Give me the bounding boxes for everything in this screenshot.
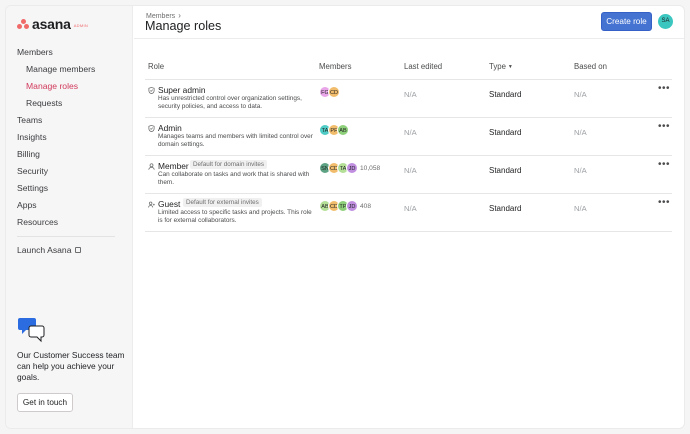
- create-role-button[interactable]: Create role: [601, 12, 652, 31]
- logo-admin-badge: ADMIN: [73, 23, 89, 28]
- more-options-icon[interactable]: •••: [658, 159, 670, 170]
- asana-logo[interactable]: asana ADMIN: [17, 16, 88, 32]
- asana-dots-icon: [17, 19, 29, 29]
- more-options-icon[interactable]: •••: [658, 197, 670, 208]
- avatar: JD: [346, 200, 358, 212]
- launch-asana-label: Launch Asana: [17, 245, 72, 255]
- avatar: AB: [337, 124, 349, 136]
- sidebar-item-apps[interactable]: Apps: [6, 197, 133, 214]
- launch-asana-link[interactable]: Launch Asana: [6, 242, 133, 259]
- last-edited-value: N/A: [404, 166, 417, 175]
- type-value: Standard: [489, 166, 522, 175]
- role-name[interactable]: Admin: [158, 123, 182, 133]
- table-row[interactable]: Super admin Has unrestricted control ove…: [145, 80, 672, 118]
- last-edited-value: N/A: [404, 128, 417, 137]
- sidebar-item-requests[interactable]: Requests: [6, 95, 133, 112]
- table-row[interactable]: Member Default for domain invites Can co…: [145, 156, 672, 194]
- type-value: Standard: [489, 90, 522, 99]
- sidebar-nav: Members Manage members Manage roles Requ…: [6, 44, 133, 259]
- shield-icon: [148, 87, 155, 94]
- sidebar-item-billing[interactable]: Billing: [6, 146, 133, 163]
- page-header: Members › Manage roles Create role SA: [134, 6, 684, 39]
- column-header-type[interactable]: Type ▼: [489, 62, 513, 71]
- chat-bubbles-icon: [18, 318, 45, 343]
- table-row[interactable]: Guest Default for external invites Limit…: [145, 194, 672, 232]
- based-on-value: N/A: [574, 128, 587, 137]
- sort-caret-icon: ▼: [507, 64, 513, 70]
- type-value: Standard: [489, 128, 522, 137]
- member-avatars[interactable]: SN CD TA JD 10,058: [319, 162, 380, 174]
- column-header-type-label: Type: [489, 62, 506, 71]
- column-header-last-edited: Last edited: [404, 62, 443, 71]
- app-window: asana ADMIN Members Manage members Manag…: [5, 5, 685, 429]
- sidebar-item-members[interactable]: Members: [6, 44, 133, 61]
- column-header-based-on: Based on: [574, 62, 607, 71]
- more-options-icon[interactable]: •••: [658, 121, 670, 132]
- role-description: Can collaborate on tasks and work that i…: [158, 171, 310, 187]
- default-tag: Default for external invites: [183, 198, 262, 207]
- sidebar: asana ADMIN Members Manage members Manag…: [6, 6, 133, 428]
- get-in-touch-button[interactable]: Get in touch: [17, 393, 73, 412]
- sidebar-item-manage-roles[interactable]: Manage roles: [6, 78, 133, 95]
- member-avatars[interactable]: AB CD TP JD 408: [319, 200, 371, 212]
- promo-text: Our Customer Success team can help you a…: [17, 350, 125, 382]
- role-name[interactable]: Super admin: [158, 85, 206, 95]
- avatar: CD: [328, 86, 340, 98]
- logo-wordmark: asana: [32, 16, 71, 32]
- role-description: Limited access to specific tasks and pro…: [158, 209, 312, 225]
- person-icon: [148, 163, 155, 170]
- member-avatars[interactable]: FG CD: [319, 86, 340, 98]
- column-header-role: Role: [148, 62, 165, 71]
- type-value: Standard: [489, 204, 522, 213]
- default-tag: Default for domain invites: [190, 160, 268, 169]
- sidebar-item-settings[interactable]: Settings: [6, 180, 133, 197]
- based-on-value: N/A: [574, 204, 587, 213]
- main-content: Members › Manage roles Create role SA Rol…: [134, 6, 684, 428]
- last-edited-value: N/A: [404, 204, 417, 213]
- role-name[interactable]: Member: [158, 161, 189, 171]
- column-header-members: Members: [319, 62, 352, 71]
- role-description: Manages teams and members with limited c…: [158, 133, 313, 149]
- based-on-value: N/A: [574, 90, 587, 99]
- sidebar-item-insights[interactable]: Insights: [6, 129, 133, 146]
- based-on-value: N/A: [574, 166, 587, 175]
- page-title: Manage roles: [145, 19, 222, 33]
- member-avatars[interactable]: TA PF AB: [319, 124, 349, 136]
- sidebar-item-resources[interactable]: Resources: [6, 214, 133, 231]
- sidebar-item-security[interactable]: Security: [6, 163, 133, 180]
- user-avatar[interactable]: SA: [658, 14, 673, 29]
- more-options-icon[interactable]: •••: [658, 83, 670, 94]
- role-description: Has unrestricted control over organizati…: [158, 95, 302, 111]
- avatar: JD: [346, 162, 358, 174]
- last-edited-value: N/A: [404, 90, 417, 99]
- shield-icon: [148, 125, 155, 132]
- member-count: 408: [360, 202, 372, 210]
- sidebar-divider: [17, 236, 115, 237]
- external-link-icon: [75, 246, 82, 253]
- member-count: 10,058: [360, 164, 381, 172]
- sidebar-item-manage-members[interactable]: Manage members: [6, 61, 133, 78]
- sidebar-item-teams[interactable]: Teams: [6, 112, 133, 129]
- guest-icon: [148, 201, 155, 208]
- role-name[interactable]: Guest: [158, 199, 180, 209]
- table-row[interactable]: Admin Manages teams and members with lim…: [145, 118, 672, 156]
